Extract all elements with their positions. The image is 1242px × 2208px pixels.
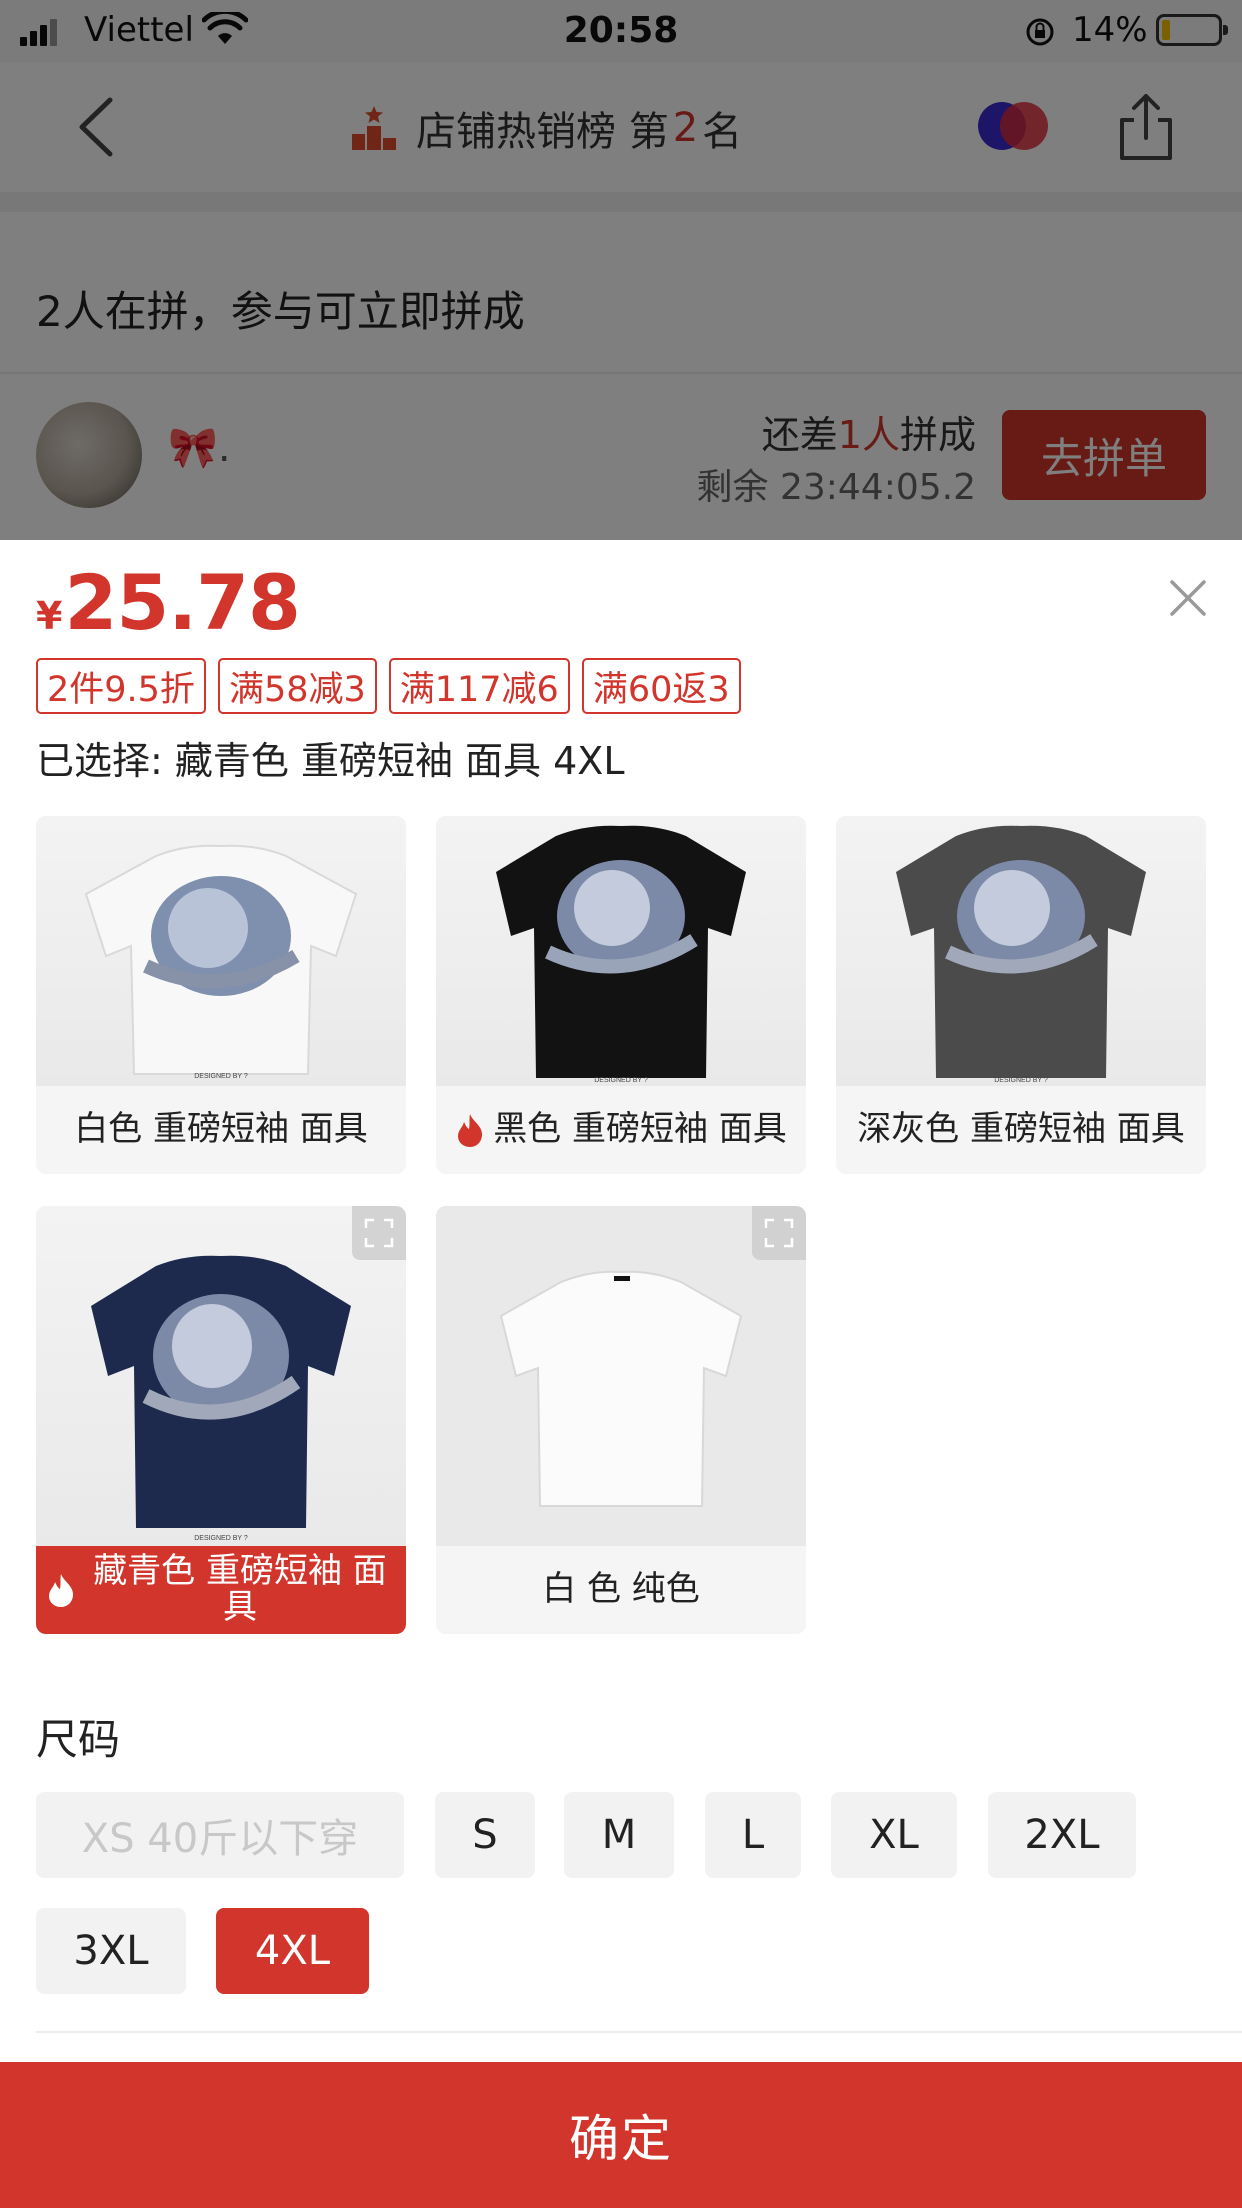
size-option-xs[interactable]: XS 40斤以下穿 bbox=[36, 1792, 404, 1878]
sku-selector-sheet: ¥ 25.78 2件9.5折 满58减3 满117减6 满60返3 已选择: 藏… bbox=[0, 540, 1242, 2208]
size-option-3xl[interactable]: 3XL bbox=[36, 1908, 186, 1994]
coupon-tag: 满117减6 bbox=[388, 658, 570, 714]
expand-icon bbox=[364, 1218, 394, 1248]
sku-label-text: 白 色 纯色 bbox=[542, 1569, 700, 1610]
coupon-tag: 满60返3 bbox=[581, 658, 741, 714]
sku-label-text: 白色 重磅短袖 面具 bbox=[74, 1109, 368, 1150]
confirm-button[interactable]: 确定 bbox=[0, 2062, 1242, 2208]
modal-overlay[interactable] bbox=[0, 0, 1242, 540]
sku-label-text: 深灰色 重磅短袖 面具 bbox=[857, 1109, 1185, 1150]
tshirt-image: DESIGNED BY ? bbox=[91, 1255, 351, 1542]
sku-option-dark-gray-mask[interactable]: DESIGNED BY ? 深灰色 重磅短袖 面具 bbox=[836, 816, 1206, 1174]
divider bbox=[36, 2031, 1242, 2033]
sku-label-text: 黑色 重磅短袖 面具 bbox=[493, 1109, 787, 1150]
product-thumbnail: DESIGNED BY ? bbox=[436, 816, 806, 1086]
tshirt-image: DESIGNED BY ? bbox=[496, 825, 746, 1084]
sku-option-white-mask[interactable]: DESIGNED BY ? 白色 重磅短袖 面具 bbox=[36, 816, 406, 1174]
coupon-tag: 满58减3 bbox=[217, 658, 377, 714]
svg-text:DESIGNED BY ?: DESIGNED BY ? bbox=[594, 1077, 648, 1084]
size-option-2xl[interactable]: 2XL bbox=[988, 1792, 1136, 1878]
sku-label: 深灰色 重磅短袖 面具 bbox=[836, 1086, 1206, 1174]
fire-icon bbox=[49, 1574, 74, 1607]
sku-label: 白色 重磅短袖 面具 bbox=[36, 1086, 406, 1174]
size-section-title: 尺码 bbox=[36, 1715, 121, 1764]
sku-label-text: 藏青色 重磅短袖 面具 bbox=[93, 1551, 387, 1627]
sku-label: 白 色 纯色 bbox=[436, 1546, 806, 1634]
size-option-l[interactable]: L bbox=[705, 1792, 801, 1878]
sku-option-navy-mask[interactable]: DESIGNED BY ? 藏青色 重磅短袖 面具 bbox=[36, 1206, 406, 1634]
fire-icon bbox=[458, 1114, 483, 1147]
currency-symbol: ¥ bbox=[36, 594, 63, 638]
price-amount: 25.78 bbox=[64, 558, 300, 647]
color-options: DESIGNED BY ? 白色 重磅短袖 面具 DESIGNED BY ? 黑… bbox=[36, 816, 1206, 1634]
size-option-4xl[interactable]: 4XL bbox=[216, 1908, 369, 1994]
sku-label: 黑色 重磅短袖 面具 bbox=[436, 1086, 806, 1174]
svg-text:DESIGNED BY ?: DESIGNED BY ? bbox=[194, 1073, 248, 1080]
size-option-m[interactable]: M bbox=[564, 1792, 674, 1878]
sku-option-black-mask[interactable]: DESIGNED BY ? 黑色 重磅短袖 面具 bbox=[436, 816, 806, 1174]
svg-text:DESIGNED BY ?: DESIGNED BY ? bbox=[194, 1535, 248, 1542]
expand-image-button[interactable] bbox=[352, 1206, 406, 1260]
product-thumbnail: DESIGNED BY ? bbox=[36, 816, 406, 1086]
product-thumbnail: DESIGNED BY ? bbox=[836, 816, 1206, 1086]
product-thumbnail: DESIGNED BY ? bbox=[36, 1206, 406, 1546]
tshirt-image: DESIGNED BY ? bbox=[896, 825, 1146, 1084]
expand-icon bbox=[764, 1218, 794, 1248]
size-option-xl[interactable]: XL bbox=[831, 1792, 957, 1878]
expand-image-button[interactable] bbox=[752, 1206, 806, 1260]
svg-text:DESIGNED BY ?: DESIGNED BY ? bbox=[994, 1077, 1048, 1084]
size-option-s[interactable]: S bbox=[435, 1792, 535, 1878]
sku-label: 藏青色 重磅短袖 面具 bbox=[36, 1546, 406, 1634]
tshirt-image: DESIGNED BY ? bbox=[84, 844, 358, 1080]
product-thumbnail bbox=[436, 1206, 806, 1546]
selected-spec-text: 已选择: 藏青色 重磅短袖 面具 4XL bbox=[36, 739, 625, 783]
close-icon[interactable] bbox=[1166, 576, 1210, 620]
sku-option-white-plain[interactable]: 白 色 纯色 bbox=[436, 1206, 806, 1634]
product-page-background: Viettel 20:58 14% 店铺热销榜 第 2 bbox=[0, 0, 1242, 540]
tshirt-image bbox=[436, 1206, 806, 1546]
price: ¥ 25.78 bbox=[36, 558, 301, 647]
coupon-tags: 2件9.5折 满58减3 满117减6 满60返3 bbox=[36, 658, 753, 714]
coupon-tag: 2件9.5折 bbox=[36, 658, 206, 714]
